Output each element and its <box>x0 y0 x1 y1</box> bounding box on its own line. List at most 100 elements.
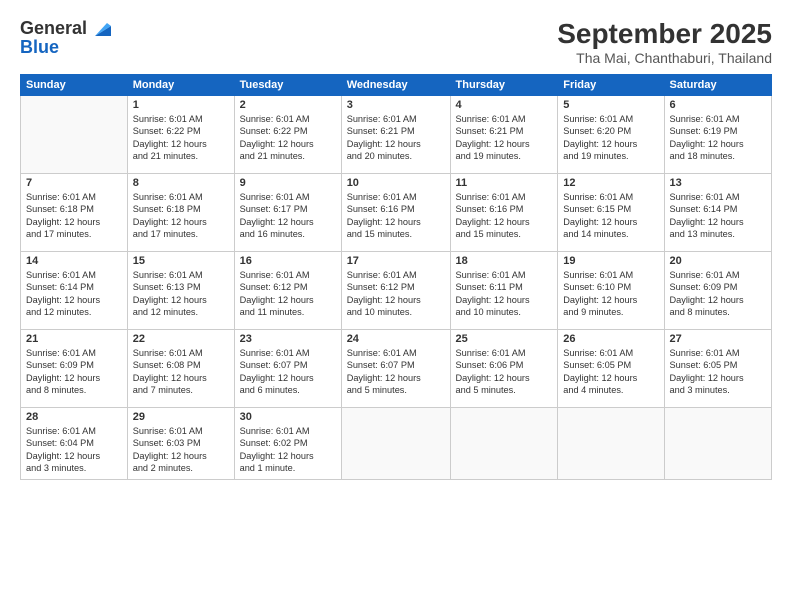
day-number: 24 <box>347 333 445 345</box>
calendar-cell: 12 Sunrise: 6:01 AM Sunset: 6:15 PM Dayli… <box>558 174 664 252</box>
day-info: Sunrise: 6:01 AM Sunset: 6:18 PM Dayligh… <box>133 191 229 241</box>
day-number: 26 <box>563 333 658 345</box>
calendar-cell: 1 Sunrise: 6:01 AM Sunset: 6:22 PM Daylig… <box>127 96 234 174</box>
calendar-cell: 16Sunrise: 6:01 AM Sunset: 6:12 PM Dayli… <box>234 252 341 330</box>
day-number: 10 <box>347 177 445 189</box>
day-number: 14 <box>26 255 122 267</box>
calendar-cell: 7Sunrise: 6:01 AM Sunset: 6:18 PM Daylig… <box>21 174 128 252</box>
page: General Blue September 2025 Tha Mai, Cha… <box>0 0 792 612</box>
day-info: Sunrise: 6:01 AM Sunset: 6:14 PM Dayligh… <box>26 269 122 319</box>
calendar-cell <box>664 408 771 480</box>
day-number: 20 <box>670 255 766 267</box>
day-number: 6 <box>670 99 766 111</box>
day-info: Sunrise: 6:01 AM Sunset: 6:19 PM Dayligh… <box>670 113 766 163</box>
day-number: 1 <box>133 99 229 111</box>
day-number: 29 <box>133 411 229 423</box>
calendar-cell: 23 Sunrise: 6:01 AM Sunset: 6:07 PM Dayli… <box>234 330 341 408</box>
calendar-cell <box>341 408 450 480</box>
calendar-cell: 25 Sunrise: 6:01 AM Sunset: 6:06 PM Dayli… <box>450 330 558 408</box>
day-number: 3 <box>347 99 445 111</box>
calendar-cell: 5 Sunrise: 6:01 AM Sunset: 6:20 PM Daylig… <box>558 96 664 174</box>
calendar-header-row: SundayMondayTuesdayWednesdayThursdayFrid… <box>21 75 772 96</box>
calendar-cell: 20 Sunrise: 6:01 AM Sunset: 6:09 PM Dayli… <box>664 252 771 330</box>
day-number: 25 <box>456 333 553 345</box>
day-info: Sunrise: 6:01 AM Sunset: 6:16 PM Dayligh… <box>456 191 553 241</box>
weekday-header: Friday <box>558 75 664 96</box>
weekday-header: Tuesday <box>234 75 341 96</box>
logo-blue: Blue <box>20 37 111 58</box>
day-info: Sunrise: 6:01 AM Sunset: 6:20 PM Dayligh… <box>563 113 658 163</box>
weekday-header: Saturday <box>664 75 771 96</box>
day-number: 12 <box>563 177 658 189</box>
day-info: Sunrise: 6:01 AM Sunset: 6:11 PM Dayligh… <box>456 269 553 319</box>
calendar-cell: 17 Sunrise: 6:01 AM Sunset: 6:12 PM Dayli… <box>341 252 450 330</box>
day-info: Sunrise: 6:01 AM Sunset: 6:15 PM Dayligh… <box>563 191 658 241</box>
day-number: 11 <box>456 177 553 189</box>
day-number: 19 <box>563 255 658 267</box>
day-number: 7 <box>26 177 122 189</box>
calendar-week-row: 21Sunrise: 6:01 AM Sunset: 6:09 PM Dayli… <box>21 330 772 408</box>
calendar-cell: 24 Sunrise: 6:01 AM Sunset: 6:07 PM Dayli… <box>341 330 450 408</box>
day-info: Sunrise: 6:01 AM Sunset: 6:12 PM Dayligh… <box>347 269 445 319</box>
day-info: Sunrise: 6:01 AM Sunset: 6:07 PM Dayligh… <box>347 347 445 397</box>
calendar-week-row: 14 Sunrise: 6:01 AM Sunset: 6:14 PM Dayli… <box>21 252 772 330</box>
day-number: 17 <box>347 255 445 267</box>
calendar-table: SundayMondayTuesdayWednesdayThursdayFrid… <box>20 74 772 480</box>
calendar-cell: 15 Sunrise: 6:01 AM Sunset: 6:13 PM Dayli… <box>127 252 234 330</box>
day-number: 13 <box>670 177 766 189</box>
day-info: Sunrise: 6:01 AM Sunset: 6:09 PM Dayligh… <box>670 269 766 319</box>
month-title: September 2025 <box>557 18 772 50</box>
weekday-header: Sunday <box>21 75 128 96</box>
day-info: Sunrise: 6:01 AM Sunset: 6:13 PM Dayligh… <box>133 269 229 319</box>
day-number: 4 <box>456 99 553 111</box>
day-number: 15 <box>133 255 229 267</box>
calendar-cell: 9Sunrise: 6:01 AM Sunset: 6:17 PM Daylig… <box>234 174 341 252</box>
day-number: 9 <box>240 177 336 189</box>
calendar-cell: 14 Sunrise: 6:01 AM Sunset: 6:14 PM Dayli… <box>21 252 128 330</box>
calendar-cell: 18 Sunrise: 6:01 AM Sunset: 6:11 PM Dayli… <box>450 252 558 330</box>
day-number: 16 <box>240 255 336 267</box>
day-number: 5 <box>563 99 658 111</box>
day-info: Sunrise: 6:01 AM Sunset: 6:04 PM Dayligh… <box>26 425 122 475</box>
day-info: Sunrise: 6:01 AM Sunset: 6:22 PM Dayligh… <box>133 113 229 163</box>
calendar-cell: 21Sunrise: 6:01 AM Sunset: 6:09 PM Dayli… <box>21 330 128 408</box>
calendar-cell: 22 Sunrise: 6:01 AM Sunset: 6:08 PM Dayli… <box>127 330 234 408</box>
calendar-cell: 30Sunrise: 6:01 AM Sunset: 6:02 PM Dayli… <box>234 408 341 480</box>
day-info: Sunrise: 6:01 AM Sunset: 6:21 PM Dayligh… <box>456 113 553 163</box>
day-number: 18 <box>456 255 553 267</box>
day-number: 22 <box>133 333 229 345</box>
calendar-week-row: 1 Sunrise: 6:01 AM Sunset: 6:22 PM Daylig… <box>21 96 772 174</box>
title-block: September 2025 Tha Mai, Chanthaburi, Tha… <box>557 18 772 66</box>
day-number: 23 <box>240 333 336 345</box>
day-info: Sunrise: 6:01 AM Sunset: 6:22 PM Dayligh… <box>240 113 336 163</box>
calendar-week-row: 28 Sunrise: 6:01 AM Sunset: 6:04 PM Dayli… <box>21 408 772 480</box>
weekday-header: Wednesday <box>341 75 450 96</box>
day-info: Sunrise: 6:01 AM Sunset: 6:08 PM Dayligh… <box>133 347 229 397</box>
calendar-cell: 3 Sunrise: 6:01 AM Sunset: 6:21 PM Daylig… <box>341 96 450 174</box>
logo-general: General <box>20 18 87 39</box>
day-info: Sunrise: 6:01 AM Sunset: 6:03 PM Dayligh… <box>133 425 229 475</box>
day-number: 2 <box>240 99 336 111</box>
day-number: 8 <box>133 177 229 189</box>
day-info: Sunrise: 6:01 AM Sunset: 6:21 PM Dayligh… <box>347 113 445 163</box>
weekday-header: Monday <box>127 75 234 96</box>
day-info: Sunrise: 6:01 AM Sunset: 6:06 PM Dayligh… <box>456 347 553 397</box>
calendar-cell <box>21 96 128 174</box>
calendar-cell: 29 Sunrise: 6:01 AM Sunset: 6:03 PM Dayli… <box>127 408 234 480</box>
calendar-cell: 10 Sunrise: 6:01 AM Sunset: 6:16 PM Dayli… <box>341 174 450 252</box>
calendar-week-row: 7 Sunrise: 6:01 AM Sunset: 6:18 PM Daylig… <box>21 174 772 252</box>
location: Tha Mai, Chanthaburi, Thailand <box>557 50 772 66</box>
logo: General Blue <box>20 18 111 58</box>
calendar-cell: 2 Sunrise: 6:01 AM Sunset: 6:22 PM Daylig… <box>234 96 341 174</box>
day-info: Sunrise: 6:01 AM Sunset: 6:14 PM Dayligh… <box>670 191 766 241</box>
header: General Blue September 2025 Tha Mai, Cha… <box>20 18 772 66</box>
day-number: 28 <box>26 411 122 423</box>
day-info: Sunrise: 6:01 AM Sunset: 6:07 PM Dayligh… <box>240 347 336 397</box>
day-info: Sunrise: 6:01 AM Sunset: 6:16 PM Dayligh… <box>347 191 445 241</box>
calendar-cell: 27Sunrise: 6:01 AM Sunset: 6:05 PM Dayli… <box>664 330 771 408</box>
calendar-cell: 11 Sunrise: 6:01 AM Sunset: 6:16 PM Dayli… <box>450 174 558 252</box>
calendar-cell: 4 Sunrise: 6:01 AM Sunset: 6:21 PM Daylig… <box>450 96 558 174</box>
calendar-cell: 26Sunrise: 6:01 AM Sunset: 6:05 PM Dayli… <box>558 330 664 408</box>
logo-icon <box>89 18 111 38</box>
day-number: 21 <box>26 333 122 345</box>
